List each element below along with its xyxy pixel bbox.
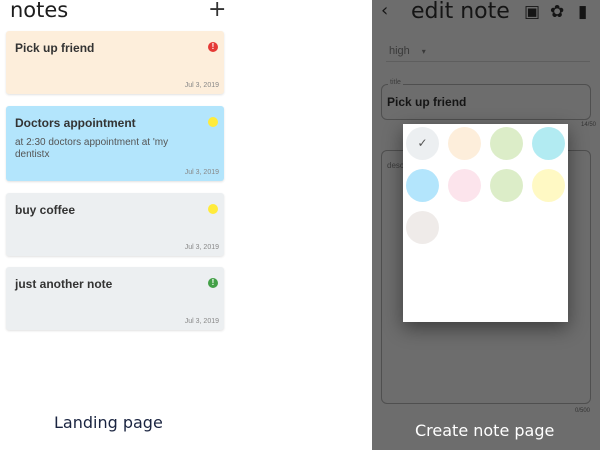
add-note-icon[interactable]: + <box>208 0 226 22</box>
title-char-counter: 14/50 <box>580 122 596 128</box>
save-icon[interactable]: ▣ <box>524 2 540 22</box>
create-note-page: ‹ edit note ▣ ✿ ▮ high ▾ title Pick up fr… <box>372 0 600 450</box>
color-swatch[interactable] <box>448 169 481 202</box>
note-card[interactable]: Pick up friend ! Jul 3, 2019 <box>6 31 224 94</box>
note-body: at 2:30 doctors appointment at 'my denti… <box>15 137 169 160</box>
color-swatch[interactable] <box>406 211 439 244</box>
check-icon: ✓ <box>417 136 428 150</box>
note-card[interactable]: Doctors appointment at 2:30 doctors appo… <box>6 106 224 181</box>
priority-icon: ! <box>208 278 218 288</box>
delete-icon[interactable]: ▮ <box>578 2 587 22</box>
priority-icon <box>208 117 218 127</box>
chevron-down-icon: ▾ <box>421 47 426 56</box>
color-swatch[interactable]: ✓ <box>406 127 439 160</box>
color-picker-dialog: ✓ <box>403 124 568 322</box>
note-card[interactable]: just another note ! Jul 3, 2019 <box>6 267 224 330</box>
note-title: just another note <box>15 277 113 291</box>
palette-icon[interactable]: ✿ <box>550 2 564 22</box>
priority-icon <box>208 204 218 214</box>
color-swatch[interactable] <box>490 169 523 202</box>
note-date: Jul 3, 2019 <box>184 82 219 89</box>
title-value: Pick up friend <box>387 95 467 109</box>
color-swatch[interactable] <box>490 127 523 160</box>
app-title: notes <box>10 0 69 22</box>
note-card[interactable]: buy coffee Jul 3, 2019 <box>6 193 224 256</box>
priority-icon: ! <box>208 42 218 52</box>
priority-underline <box>386 61 590 62</box>
landing-caption: Landing page <box>54 413 163 432</box>
note-date: Jul 3, 2019 <box>184 244 219 251</box>
create-caption: Create note page <box>415 421 555 440</box>
note-title: Doctors appointment <box>15 116 136 130</box>
back-icon[interactable]: ‹ <box>381 0 388 21</box>
description-char-counter: 0/500 <box>574 408 590 414</box>
title-field[interactable]: title Pick up friend <box>381 79 591 120</box>
color-swatch[interactable] <box>406 169 439 202</box>
landing-page: notes + Pick up friend ! Jul 3, 2019 Doc… <box>0 0 232 450</box>
color-swatch[interactable] <box>532 169 565 202</box>
color-swatch[interactable] <box>448 127 481 160</box>
priority-value: high <box>389 45 410 57</box>
note-date: Jul 3, 2019 <box>184 318 219 325</box>
title-label: title <box>388 79 403 86</box>
priority-dropdown[interactable]: high ▾ <box>389 45 426 57</box>
color-swatch[interactable] <box>532 127 565 160</box>
page-title: edit note <box>411 0 510 24</box>
note-title: Pick up friend <box>15 41 95 55</box>
note-title: buy coffee <box>15 203 76 217</box>
note-date: Jul 3, 2019 <box>184 169 219 176</box>
